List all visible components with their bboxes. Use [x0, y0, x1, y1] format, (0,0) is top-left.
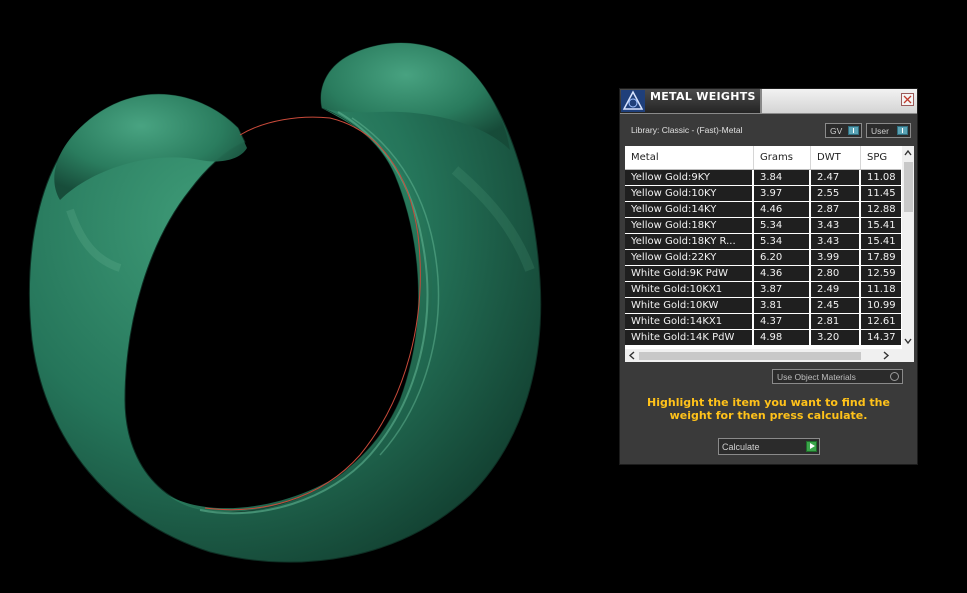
- table-row[interactable]: White Gold:9K PdW 4.36 2.80 12.59: [625, 266, 901, 281]
- cell-grams: 3.84: [754, 170, 809, 185]
- cell-metal: Yellow Gold:18KY: [625, 218, 752, 233]
- table-body: Yellow Gold:9KY 3.84 2.47 11.08 Yellow G…: [625, 170, 901, 346]
- vertical-scrollbar[interactable]: [902, 146, 914, 349]
- cell-dwt: 3.43: [811, 218, 859, 233]
- cell-spg: 15.41: [861, 218, 901, 233]
- panel-titlebar[interactable]: METAL WEIGHTS: [620, 89, 917, 114]
- close-icon: [903, 95, 912, 104]
- metal-weights-panel: METAL WEIGHTS Library: Classic - (Fast)-…: [619, 88, 918, 465]
- cell-dwt: 3.20: [811, 330, 859, 345]
- column-header-metal[interactable]: Metal: [625, 146, 754, 169]
- cell-dwt: 3.99: [811, 250, 859, 265]
- toggle-switch-icon: [897, 126, 908, 135]
- table-row[interactable]: Yellow Gold:18KY R... 5.34 3.43 15.41: [625, 234, 901, 249]
- user-toggle-label: User: [871, 126, 889, 136]
- bangle-model[interactable]: [28, 42, 542, 563]
- user-toggle[interactable]: User: [866, 123, 911, 138]
- cell-spg: 11.18: [861, 282, 901, 297]
- cell-grams: 5.34: [754, 218, 809, 233]
- library-label: Library: Classic - (Fast)-Metal: [631, 125, 743, 135]
- column-header-spg[interactable]: SPG: [861, 146, 901, 169]
- table-header: Metal Grams DWT SPG: [625, 146, 901, 170]
- table-row[interactable]: Yellow Gold:10KY 3.97 2.55 11.45: [625, 186, 901, 201]
- cell-dwt: 2.80: [811, 266, 859, 281]
- cell-grams: 3.81: [754, 298, 809, 313]
- app-logo-icon: [621, 90, 645, 112]
- table-row[interactable]: Yellow Gold:14KY 4.46 2.87 12.88: [625, 202, 901, 217]
- cell-dwt: 2.55: [811, 186, 859, 201]
- scroll-up-arrow-icon[interactable]: [902, 148, 914, 158]
- cell-metal: Yellow Gold:22KY: [625, 250, 752, 265]
- cell-grams: 6.20: [754, 250, 809, 265]
- title-tab: METAL WEIGHTS: [620, 89, 762, 113]
- cell-grams: 4.46: [754, 202, 809, 217]
- cell-dwt: 3.43: [811, 234, 859, 249]
- table-row[interactable]: White Gold:14KX1 4.37 2.81 12.61: [625, 314, 901, 329]
- cell-dwt: 2.49: [811, 282, 859, 297]
- instruction-text: Highlight the item you want to find the …: [647, 396, 890, 422]
- cell-dwt: 2.81: [811, 314, 859, 329]
- use-object-materials-option[interactable]: Use Object Materials: [772, 369, 903, 384]
- panel-title: METAL WEIGHTS: [650, 90, 756, 103]
- table-row[interactable]: White Gold:10KW 3.81 2.45 10.99: [625, 298, 901, 313]
- cell-spg: 10.99: [861, 298, 901, 313]
- table-row[interactable]: White Gold:14K PdW 4.98 3.20 14.37: [625, 330, 901, 345]
- cell-metal: Yellow Gold:14KY: [625, 202, 752, 217]
- table-row[interactable]: White Gold:10KX1 3.87 2.49 11.18: [625, 282, 901, 297]
- cell-dwt: 2.87: [811, 202, 859, 217]
- cell-grams: 4.37: [754, 314, 809, 329]
- cell-grams: 3.87: [754, 282, 809, 297]
- cell-grams: 3.97: [754, 186, 809, 201]
- scroll-left-arrow-icon[interactable]: [627, 350, 637, 361]
- toggle-switch-icon: [848, 126, 859, 135]
- cell-spg: 15.41: [861, 234, 901, 249]
- gv-toggle[interactable]: GV: [825, 123, 862, 138]
- play-arrow-icon: [806, 441, 817, 452]
- radio-button-icon: [890, 372, 899, 381]
- cell-spg: 12.88: [861, 202, 901, 217]
- table-row[interactable]: Yellow Gold:22KY 6.20 3.99 17.89: [625, 250, 901, 265]
- cell-metal: White Gold:14K PdW: [625, 330, 752, 345]
- cell-metal: Yellow Gold:18KY R...: [625, 234, 752, 249]
- cell-spg: 12.59: [861, 266, 901, 281]
- cell-grams: 4.98: [754, 330, 809, 345]
- cell-grams: 4.36: [754, 266, 809, 281]
- cell-dwt: 2.47: [811, 170, 859, 185]
- cell-metal: White Gold:14KX1: [625, 314, 752, 329]
- horizontal-scroll-thumb[interactable]: [639, 352, 861, 360]
- cell-metal: Yellow Gold:10KY: [625, 186, 752, 201]
- calculate-button[interactable]: Calculate: [718, 438, 820, 455]
- scroll-right-arrow-icon[interactable]: [881, 350, 891, 361]
- calculate-label: Calculate: [722, 442, 760, 452]
- cell-spg: 17.89: [861, 250, 901, 265]
- metal-table[interactable]: Metal Grams DWT SPG Yellow Gold:9KY 3.84…: [625, 146, 914, 362]
- table-row[interactable]: Yellow Gold:9KY 3.84 2.47 11.08: [625, 170, 901, 185]
- cell-grams: 5.34: [754, 234, 809, 249]
- scroll-down-arrow-icon[interactable]: [902, 336, 914, 346]
- cell-metal: White Gold:9K PdW: [625, 266, 752, 281]
- cell-dwt: 2.45: [811, 298, 859, 313]
- cell-spg: 11.08: [861, 170, 901, 185]
- column-header-grams[interactable]: Grams: [754, 146, 811, 169]
- gv-toggle-label: GV: [830, 126, 843, 136]
- close-button[interactable]: [901, 93, 914, 106]
- cell-spg: 14.37: [861, 330, 901, 345]
- cell-spg: 12.61: [861, 314, 901, 329]
- use-object-materials-label: Use Object Materials: [777, 372, 856, 382]
- cell-metal: Yellow Gold:9KY: [625, 170, 752, 185]
- horizontal-scrollbar[interactable]: [625, 349, 914, 362]
- vertical-scroll-thumb[interactable]: [904, 162, 913, 212]
- column-header-dwt[interactable]: DWT: [811, 146, 861, 169]
- cell-metal: White Gold:10KW: [625, 298, 752, 313]
- table-row[interactable]: Yellow Gold:18KY 5.34 3.43 15.41: [625, 218, 901, 233]
- cell-spg: 11.45: [861, 186, 901, 201]
- cell-metal: White Gold:10KX1: [625, 282, 752, 297]
